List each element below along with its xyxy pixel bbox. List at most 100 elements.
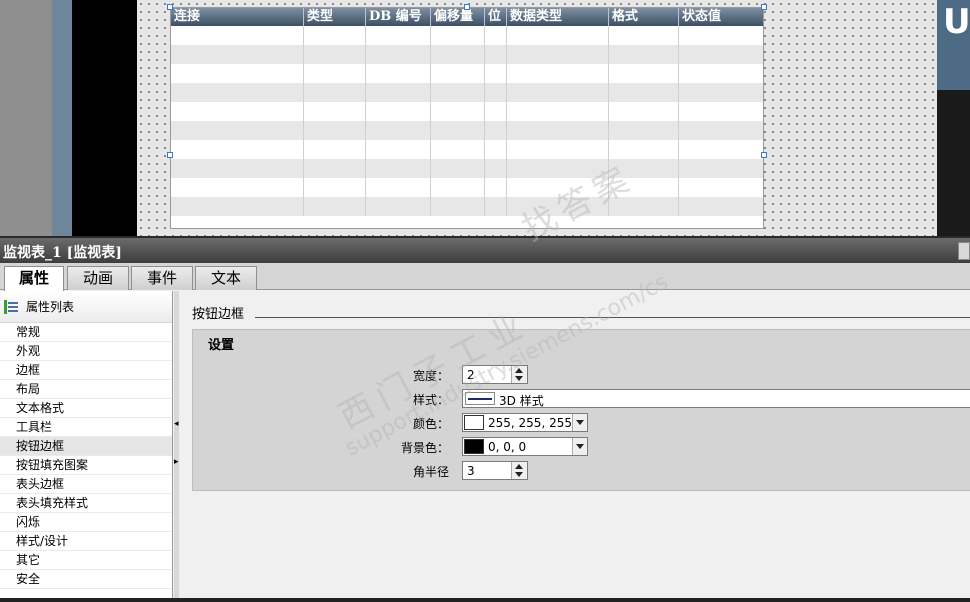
panel-option-button[interactable] [958, 242, 970, 260]
resize-handle[interactable] [761, 4, 767, 10]
table-cell [171, 83, 304, 102]
table-cell [304, 102, 366, 121]
tab-texts[interactable]: 文本 [195, 266, 257, 290]
watch-table-object[interactable]: 连接 类型 DB 编号 偏移量 位 数据类型 格式 状态值 [170, 7, 764, 229]
resize-handle[interactable] [167, 152, 173, 158]
table-cell [171, 178, 304, 197]
table-row[interactable] [171, 83, 763, 102]
property-category-item[interactable]: 按钮填充图案 [0, 456, 172, 475]
table-cell [485, 26, 507, 45]
table-cell [366, 102, 431, 121]
table-cell [431, 159, 485, 178]
watch-table-body [171, 26, 763, 216]
table-row[interactable] [171, 121, 763, 140]
property-list-title: 属性列表 [26, 300, 75, 314]
bgcolor-swatch [464, 439, 484, 454]
table-cell [485, 64, 507, 83]
table-row[interactable] [171, 102, 763, 121]
resize-handle[interactable] [761, 152, 767, 158]
table-cell [507, 83, 609, 102]
section-divider [255, 317, 970, 318]
color-picker[interactable]: 255, 255, 255 [462, 413, 588, 432]
table-cell [431, 64, 485, 83]
tab-events[interactable]: 事件 [131, 266, 193, 290]
table-row[interactable] [171, 159, 763, 178]
table-cell [609, 121, 679, 140]
chevron-down-icon[interactable] [572, 438, 587, 455]
table-cell [507, 178, 609, 197]
table-row[interactable] [171, 45, 763, 64]
table-cell [171, 159, 304, 178]
table-cell [507, 45, 609, 64]
table-cell [171, 26, 304, 45]
property-category-item[interactable]: 外观 [0, 342, 172, 361]
table-row[interactable] [171, 178, 763, 197]
expand-right-icon[interactable]: ▸ [174, 457, 179, 467]
settings-group: 设置 宽度： 2 样式： 3D 样式 颜色： 255, 255, 255 背景色… [192, 329, 970, 491]
property-category-item[interactable]: 按钮边框 [0, 437, 172, 456]
property-category-item[interactable]: 闪烁 [0, 513, 172, 532]
table-cell [366, 178, 431, 197]
table-cell [679, 64, 763, 83]
spin-arrows-icon[interactable] [511, 366, 527, 383]
column-header: 偏移量 [431, 8, 485, 26]
property-list-header[interactable]: 属性列表 [0, 291, 172, 323]
bgcolor-picker[interactable]: 0, 0, 0 [462, 437, 588, 456]
property-category-item[interactable]: 工具栏 [0, 418, 172, 437]
table-cell [485, 197, 507, 216]
table-cell [609, 45, 679, 64]
line-style-icon [465, 392, 495, 405]
table-row[interactable] [171, 197, 763, 216]
property-list: 属性列表 常规 外观 边框 布局 文本格式 工具栏 按钮边框 按钮填充图案 表头边框 表头填充样式… [0, 291, 173, 598]
width-stepper[interactable]: 2 [462, 365, 528, 384]
table-row[interactable] [171, 64, 763, 83]
table-cell [679, 197, 763, 216]
table-cell [507, 197, 609, 216]
table-cell [366, 197, 431, 216]
table-cell [679, 45, 763, 64]
table-cell [366, 64, 431, 83]
table-row[interactable] [171, 140, 763, 159]
property-category-item[interactable]: 样式/设计 [0, 532, 172, 551]
property-category-item[interactable]: 其它 [0, 551, 172, 570]
panel-splitter[interactable]: ◂ ▸ [174, 291, 179, 598]
table-cell [304, 178, 366, 197]
resize-handle[interactable] [464, 4, 470, 10]
property-category-item[interactable]: 边框 [0, 361, 172, 380]
property-category-item[interactable]: 布局 [0, 380, 172, 399]
table-cell [679, 121, 763, 140]
table-cell [485, 102, 507, 121]
resize-handle[interactable] [167, 4, 173, 10]
table-cell [171, 121, 304, 140]
canvas-left-strip [0, 0, 52, 236]
table-cell [507, 140, 609, 159]
table-cell [609, 140, 679, 159]
style-select[interactable]: 3D 样式 [462, 389, 970, 408]
column-header: 数据类型 [507, 8, 609, 26]
table-row[interactable] [171, 26, 763, 45]
settings-group-title: 设置 [208, 338, 235, 353]
table-cell [485, 178, 507, 197]
property-category-item[interactable]: 表头边框 [0, 475, 172, 494]
column-header: 位 [485, 8, 507, 26]
property-category-item[interactable]: 安全 [0, 570, 172, 589]
radius-stepper[interactable]: 3 [462, 461, 528, 480]
collapse-left-icon[interactable]: ◂ [174, 419, 179, 429]
spin-arrows-icon[interactable] [511, 462, 527, 479]
column-header: DB 编号 [366, 8, 431, 26]
table-cell [507, 26, 609, 45]
table-cell [304, 197, 366, 216]
table-cell [366, 159, 431, 178]
property-category-item[interactable]: 文本格式 [0, 399, 172, 418]
table-cell [366, 45, 431, 64]
table-cell [609, 178, 679, 197]
property-content: 按钮边框 设置 宽度： 2 样式： 3D 样式 颜色： 255, 255, 25… [180, 291, 970, 598]
tab-properties[interactable]: 属性 [4, 266, 64, 291]
table-cell [679, 26, 763, 45]
table-cell [609, 102, 679, 121]
tab-animations[interactable]: 动画 [67, 266, 129, 290]
property-category-item[interactable]: 常规 [0, 323, 172, 342]
chevron-down-icon[interactable] [572, 414, 587, 431]
property-category-item[interactable]: 表头填充样式 [0, 494, 172, 513]
table-cell [304, 26, 366, 45]
